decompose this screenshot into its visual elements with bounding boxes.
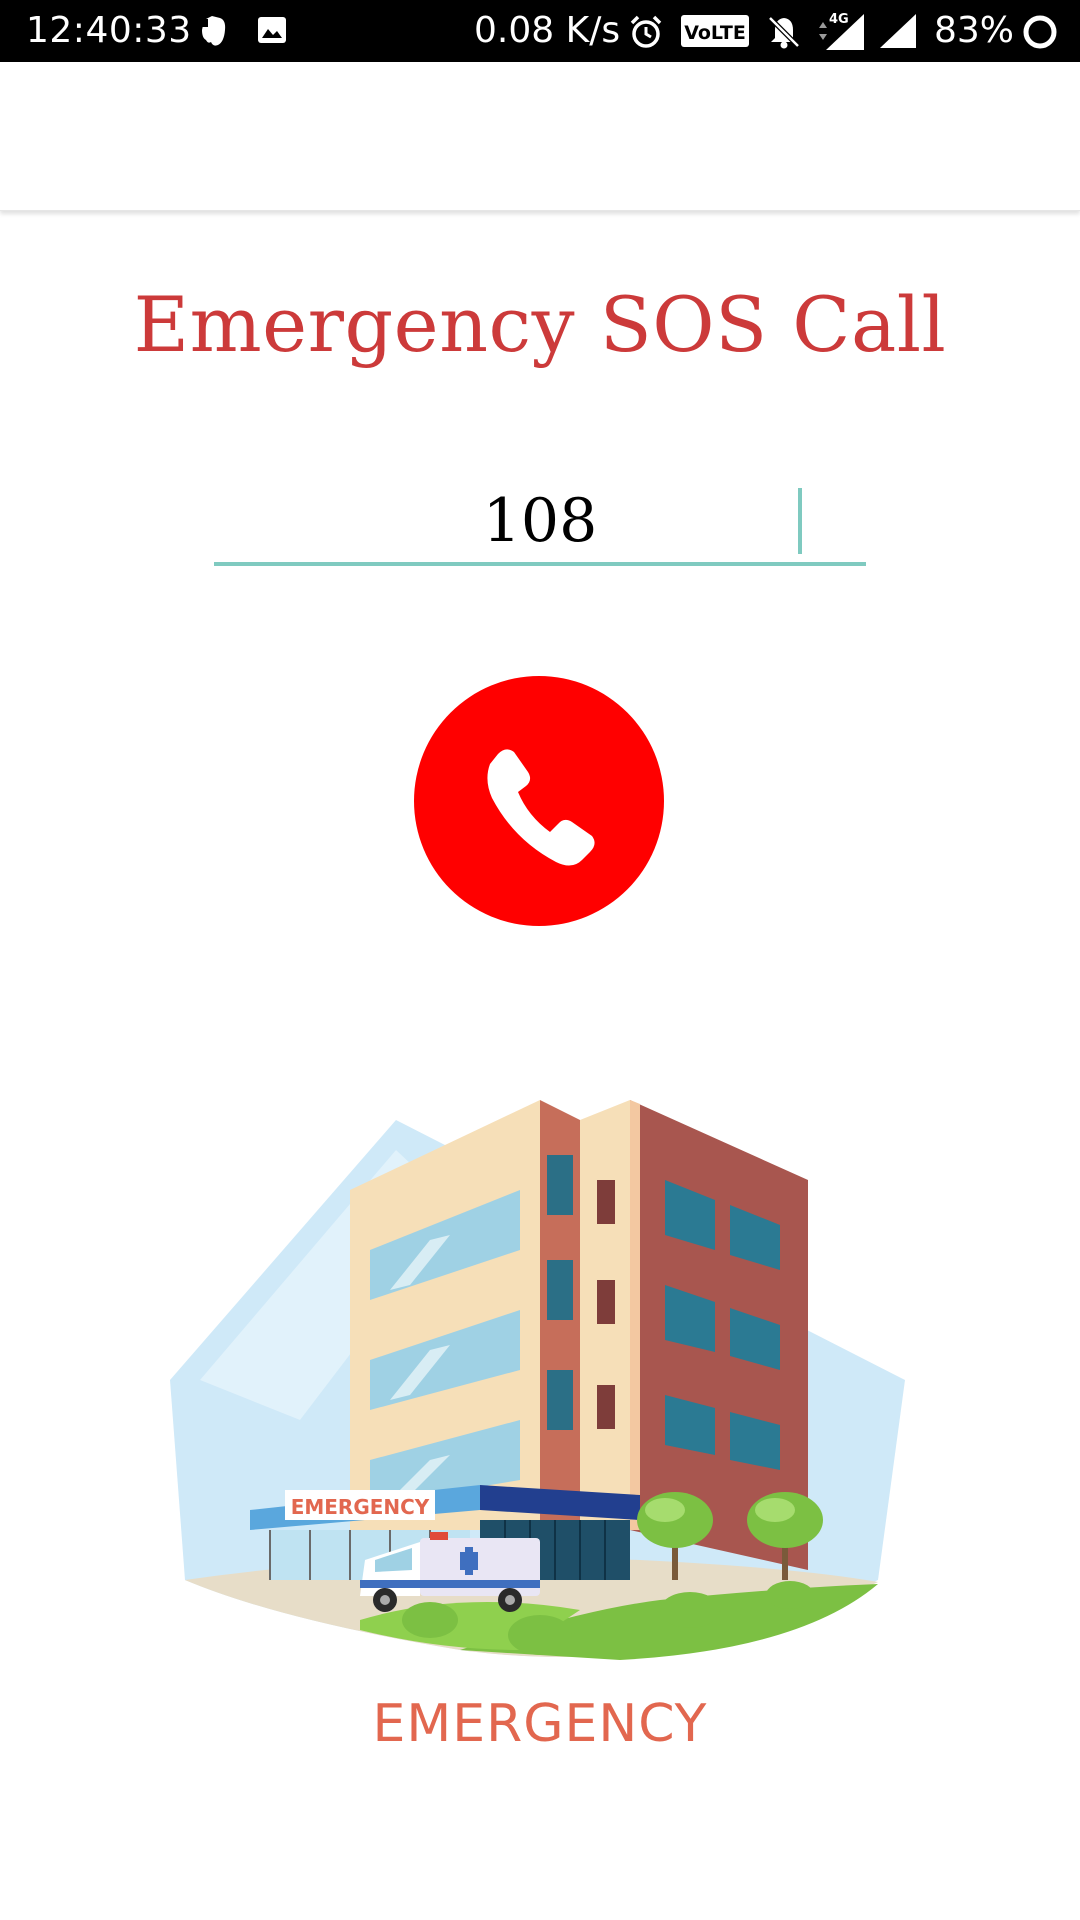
battery-level: 83% — [934, 10, 1015, 51]
evernote-icon — [198, 14, 230, 57]
network-type-label: 4G — [829, 12, 849, 27]
app-bar — [0, 62, 1080, 211]
phone-number-value[interactable]: 108 — [214, 486, 866, 556]
network-speed: 0.08 K/s — [474, 10, 621, 51]
phone-icon — [487, 749, 595, 866]
hospital-illustration: EMERGENCY — [170, 1100, 905, 1660]
status-bar: 12:40:33 0.08 K/s VoLTE 4G 83% — [0, 0, 1080, 62]
sos-call-button[interactable] — [414, 676, 664, 926]
volte-icon: VoLTE — [680, 14, 750, 57]
status-time: 12:40:33 — [26, 10, 192, 51]
page-title: Emergency SOS Call — [133, 280, 947, 369]
hospital-sign: EMERGENCY — [291, 1495, 430, 1519]
signal-icon — [878, 12, 918, 59]
signal-4g-icon: 4G — [816, 10, 868, 61]
notifications-off-icon — [766, 14, 802, 59]
volte-label: VoLTE — [684, 22, 746, 44]
battery-ring-icon — [1020, 12, 1060, 61]
alarm-icon — [628, 14, 664, 59]
input-underline — [214, 562, 866, 566]
text-cursor — [798, 488, 802, 554]
gallery-icon — [256, 14, 288, 55]
phone-number-input[interactable]: 108 — [214, 476, 866, 566]
emergency-caption: EMERGENCY — [372, 1694, 708, 1754]
